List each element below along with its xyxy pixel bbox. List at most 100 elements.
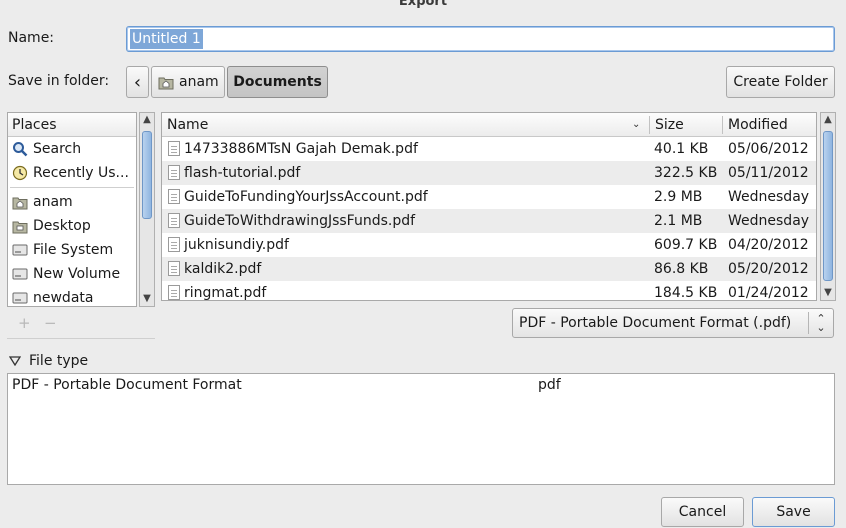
file-type-ext: pdf — [538, 377, 561, 393]
column-size[interactable]: Size — [655, 113, 684, 137]
chevron-left-icon: ‹ — [133, 71, 142, 93]
create-folder-button[interactable]: Create Folder — [726, 66, 835, 98]
place-label: New Volume — [33, 266, 121, 282]
name-input-value: Untitled 1 — [130, 29, 203, 49]
path-button-documents[interactable]: Documents — [227, 66, 328, 98]
file-name: kaldik2.pdf — [184, 261, 262, 277]
scroll-down-arrow-icon[interactable]: ▼ — [140, 292, 154, 306]
place-file-system[interactable]: File System — [8, 238, 136, 262]
places-panel: Places Search Recently Us... anam Deskto… — [7, 112, 137, 307]
name-input[interactable]: Untitled 1 — [126, 26, 835, 52]
save-button-label: Save — [776, 504, 811, 520]
column-separator — [722, 116, 723, 134]
place-label: File System — [33, 242, 114, 258]
place-newdata[interactable]: newdata — [8, 286, 136, 306]
places-scroll-thumb[interactable] — [142, 131, 152, 219]
add-bookmark-button[interactable]: + — [18, 314, 31, 332]
file-row[interactable]: juknisundiy.pdf 609.7 KB 04/20/2012 — [162, 233, 816, 257]
file-name: GuideToFundingYourJssAccount.pdf — [184, 189, 428, 205]
place-recently-used[interactable]: Recently Us... — [8, 161, 136, 185]
scroll-up-arrow-icon[interactable]: ▲ — [821, 113, 835, 127]
file-size: 86.8 KB — [654, 261, 709, 277]
cancel-button-label: Cancel — [678, 504, 727, 520]
file-row[interactable]: kaldik2.pdf 86.8 KB 05/20/2012 — [162, 257, 816, 281]
file-size: 322.5 KB — [654, 165, 718, 181]
place-label: Search — [33, 141, 82, 157]
file-type-expander[interactable]: File type — [9, 353, 88, 369]
file-modified: 05/06/2012 — [728, 141, 809, 157]
file-modified: 01/24/2012 — [728, 285, 809, 301]
save-button[interactable]: Save — [752, 497, 835, 527]
clock-icon — [12, 165, 28, 181]
file-type-name: PDF - Portable Document Format — [12, 377, 242, 393]
place-label: anam — [33, 194, 73, 210]
triangle-down-icon — [9, 356, 21, 366]
file-row[interactable]: 14733886MTsN Gajah Demak.pdf 40.1 KB 05/… — [162, 137, 816, 161]
file-type-label: File type — [29, 353, 89, 369]
column-name[interactable]: Name — [167, 113, 208, 137]
place-new-volume[interactable]: New Volume — [8, 262, 136, 286]
drive-icon — [12, 242, 28, 258]
scroll-down-arrow-icon[interactable]: ▼ — [821, 286, 835, 300]
place-anam[interactable]: anam — [8, 190, 136, 214]
file-size: 184.5 KB — [654, 285, 718, 301]
file-list-scroll-thumb[interactable] — [823, 131, 833, 281]
places-scrollbar[interactable]: ▲ ▼ — [139, 112, 155, 307]
column-modified[interactable]: Modified — [728, 113, 788, 137]
place-search[interactable]: Search — [8, 137, 136, 161]
file-list-header: Name ⌄ Size Modified — [162, 113, 816, 137]
drive-icon — [12, 266, 28, 282]
file-filter-value: PDF - Portable Document Format (.pdf) — [519, 315, 792, 331]
file-row[interactable]: GuideToFundingYourJssAccount.pdf 2.9 MB … — [162, 185, 816, 209]
save-in-folder-label: Save in folder: — [8, 73, 110, 89]
file-row[interactable]: flash-tutorial.pdf 322.5 KB 05/11/2012 — [162, 161, 816, 185]
places-separator — [10, 187, 134, 188]
path-button-anam-label: anam — [179, 74, 219, 90]
home-folder-icon — [158, 77, 174, 89]
file-size: 40.1 KB — [654, 141, 709, 157]
scroll-up-arrow-icon[interactable]: ▲ — [140, 113, 154, 127]
file-name: ringmat.pdf — [184, 285, 267, 301]
sort-chevron-down-icon[interactable]: ⌄ — [632, 113, 640, 137]
remove-bookmark-button[interactable]: − — [44, 314, 57, 332]
place-label: newdata — [33, 290, 94, 306]
path-button-anam[interactable]: anam — [151, 66, 225, 98]
create-folder-label: Create Folder — [733, 74, 828, 90]
place-label: Recently Us... — [33, 165, 129, 181]
pdf-file-icon — [168, 285, 180, 300]
column-separator — [649, 116, 650, 134]
file-name: GuideToWithdrawingJssFunds.pdf — [184, 213, 416, 229]
file-name: juknisundiy.pdf — [184, 237, 289, 253]
file-type-list: PDF - Portable Document Format pdf — [7, 373, 835, 485]
pdf-file-icon — [168, 213, 180, 228]
file-row[interactable]: ringmat.pdf 184.5 KB 01/24/2012 — [162, 281, 816, 301]
file-type-row[interactable]: PDF - Portable Document Format pdf — [8, 374, 834, 398]
file-modified: Wednesday — [728, 213, 810, 229]
places-divider — [7, 338, 155, 339]
file-modified: 05/11/2012 — [728, 165, 809, 181]
pdf-file-icon — [168, 261, 180, 276]
file-modified: 05/20/2012 — [728, 261, 809, 277]
file-size: 2.1 MB — [654, 213, 703, 229]
file-size: 609.7 KB — [654, 237, 718, 253]
file-size: 2.9 MB — [654, 189, 703, 205]
pdf-file-icon — [168, 189, 180, 204]
desktop-folder-icon — [12, 218, 28, 234]
places-header[interactable]: Places — [8, 113, 136, 137]
file-list: Name ⌄ Size Modified 14733886MTsN Gajah … — [161, 112, 817, 301]
name-label: Name: — [8, 30, 55, 46]
file-modified: 04/20/2012 — [728, 237, 809, 253]
path-back-button[interactable]: ‹ — [126, 66, 149, 98]
pdf-file-icon — [168, 141, 180, 156]
file-name: 14733886MTsN Gajah Demak.pdf — [184, 141, 418, 157]
search-icon — [12, 141, 28, 157]
pdf-file-icon — [168, 165, 180, 180]
file-list-scrollbar[interactable]: ▲ ▼ — [820, 112, 836, 301]
drive-icon — [12, 290, 28, 306]
home-folder-icon — [12, 194, 28, 210]
file-filter-select[interactable]: PDF - Portable Document Format (.pdf) ⌃ ⌄ — [512, 308, 834, 338]
place-desktop[interactable]: Desktop — [8, 214, 136, 238]
cancel-button[interactable]: Cancel — [661, 497, 744, 527]
file-row[interactable]: GuideToWithdrawingJssFunds.pdf 2.1 MB We… — [162, 209, 816, 233]
file-name: flash-tutorial.pdf — [184, 165, 301, 181]
